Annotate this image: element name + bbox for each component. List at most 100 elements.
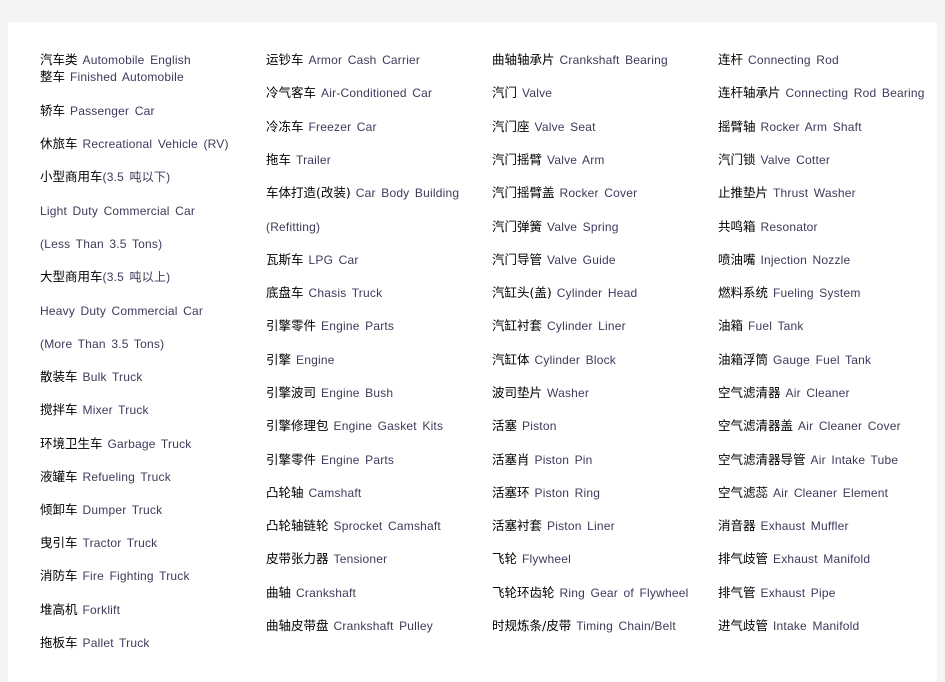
glossary-entry: 排气歧管 Exhaust Manifold	[718, 551, 870, 567]
chinese-term: 小型商用车	[40, 169, 103, 184]
glossary-entry: 液罐车 Refueling Truck	[40, 469, 171, 485]
glossary-entry: 汽缸体 Cylinder Block	[492, 352, 616, 368]
chinese-term: 运钞车	[266, 52, 304, 67]
english-term: (Refitting)	[266, 220, 321, 234]
english-term: Bulk Truck	[82, 370, 143, 384]
english-term: Engine Gasket Kits	[333, 419, 444, 433]
glossary-entry: 空气滤清器导管 Air Intake Tube	[718, 452, 898, 468]
english-term: LPG Car	[308, 253, 359, 267]
chinese-term: 堆高机	[40, 602, 78, 617]
english-term: Valve Cotter	[760, 153, 831, 167]
glossary-entry: 连杆 Connecting Rod	[718, 52, 839, 68]
chinese-term: 止推垫片	[718, 185, 769, 200]
chinese-term: 底盘车	[266, 285, 304, 300]
glossary-entry: 消音器 Exhaust Muffler	[718, 518, 849, 534]
glossary-entry: 堆高机 Forklift	[40, 602, 120, 618]
glossary-entry: 拖板车 Pallet Truck	[40, 635, 150, 651]
glossary-entry: 轿车 Passenger Car	[40, 103, 155, 119]
glossary-entry: 油箱浮筒 Gauge Fuel Tank	[718, 352, 871, 368]
chinese-term: 摇臂轴	[718, 119, 756, 134]
english-term: Connecting Rod	[748, 53, 839, 67]
english-term: Passenger Car	[70, 104, 155, 118]
chinese-term: 大型商用车	[40, 269, 103, 284]
glossary-entry: 整车 Finished Automobile	[40, 69, 184, 85]
chinese-term: 倾卸车	[40, 502, 78, 517]
chinese-term: 环境卫生车	[40, 436, 103, 451]
glossary-entry: 时规炼条/皮带 Timing Chain/Belt	[492, 618, 676, 634]
glossary-entry: 摇臂轴 Rocker Arm Shaft	[718, 119, 862, 135]
glossary-entry: 活塞衬套 Piston Liner	[492, 518, 615, 534]
chinese-term: 消音器	[718, 518, 756, 533]
glossary-entry: 汽缸头(盖) Cylinder Head	[492, 285, 637, 301]
english-term: Valve Arm	[547, 153, 605, 167]
chinese-term: 活塞肖	[492, 452, 530, 467]
english-term: Camshaft	[308, 486, 362, 500]
english-term: Sprocket Camshaft	[333, 519, 441, 533]
english-term: Pallet Truck	[82, 636, 150, 650]
english-term: (3.5 吨以上)	[102, 270, 171, 284]
english-term: Fire Fighting Truck	[82, 569, 190, 583]
glossary-entry: 止推垫片 Thrust Washer	[718, 185, 856, 201]
english-term: Chasis Truck	[308, 286, 383, 300]
chinese-term: 油箱	[718, 318, 744, 333]
chinese-term: 时规炼条/皮带	[492, 618, 572, 633]
glossary-entry: (More Than 3.5 Tons)	[40, 336, 164, 352]
english-term: Forklift	[82, 603, 121, 617]
chinese-term: 车体打造(改装)	[266, 185, 351, 200]
chinese-term: 活塞	[492, 418, 518, 433]
glossary-entry: 活塞 Piston	[492, 418, 557, 434]
english-term: Flywheel	[522, 552, 571, 566]
glossary-entry: 小型商用车(3.5 吨以下)	[40, 169, 170, 185]
english-term: Valve Seat	[534, 120, 596, 134]
english-term: Rocker Cover	[559, 186, 638, 200]
english-term: Rocker Arm Shaft	[760, 120, 862, 134]
chinese-term: 皮带张力器	[266, 551, 329, 566]
english-term: Cylinder Block	[534, 353, 617, 367]
glossary-entry: 皮带张力器 Tensioner	[266, 551, 387, 567]
english-term: Intake Manifold	[773, 619, 860, 633]
chinese-term: 共鸣箱	[718, 219, 756, 234]
english-term: Cylinder Head	[556, 286, 638, 300]
english-term: Tractor Truck	[82, 536, 158, 550]
chinese-term: 汽车类	[40, 52, 78, 67]
english-term: Ring Gear of Flywheel	[559, 586, 689, 600]
glossary-entry: 搅拌车 Mixer Truck	[40, 402, 149, 418]
chinese-term: 轿车	[40, 103, 66, 118]
glossary-entry: 运钞车 Armor Cash Carrier	[266, 52, 420, 68]
english-term: Tensioner	[333, 552, 388, 566]
english-term: Trailer	[296, 153, 331, 167]
glossary-entry: 空气滤蕊 Air Cleaner Element	[718, 485, 888, 501]
glossary-entry: 冷气客车 Air-Conditioned Car	[266, 85, 432, 101]
english-term: Finished Automobile	[70, 70, 184, 84]
english-term: Resonator	[760, 220, 818, 234]
english-term: Freezer Car	[308, 120, 377, 134]
english-term: Cylinder Liner	[547, 319, 626, 333]
chinese-term: 汽门摇臂盖	[492, 185, 555, 200]
glossary-entry: 汽缸衬套 Cylinder Liner	[492, 318, 626, 334]
glossary-entry: 汽门锁 Valve Cotter	[718, 152, 830, 168]
chinese-term: 空气滤清器导管	[718, 452, 806, 467]
chinese-term: 消防车	[40, 568, 78, 583]
document-page: 汽车类 Automobile English 整车 Finished Automobi…	[8, 22, 937, 682]
chinese-term: 拖板车	[40, 635, 78, 650]
chinese-term: 散装车	[40, 369, 78, 384]
chinese-term: 曲轴	[266, 585, 292, 600]
chinese-term: 活塞环	[492, 485, 530, 500]
chinese-term: 波司垫片	[492, 385, 543, 400]
chinese-term: 引擎零件	[266, 318, 317, 333]
glossary-entry: 曳引车 Tractor Truck	[40, 535, 157, 551]
glossary-entry: 汽门摇臂 Valve Arm	[492, 152, 605, 168]
glossary-entry: 连杆轴承片 Connecting Rod Bearing	[718, 85, 925, 101]
glossary-entry: 排气管 Exhaust Pipe	[718, 585, 836, 601]
glossary-entry: 凸轮轴链轮 Sprocket Camshaft	[266, 518, 441, 534]
chinese-term: 连杆	[718, 52, 744, 67]
glossary-entry: 波司垫片 Washer	[492, 385, 589, 401]
chinese-term: 排气歧管	[718, 551, 769, 566]
chinese-term: 引擎零件	[266, 452, 317, 467]
glossary-entry: 汽车类 Automobile English	[40, 52, 191, 68]
glossary-entry: 曲轴 Crankshaft	[266, 585, 356, 601]
glossary-entry: 进气歧管 Intake Manifold	[718, 618, 859, 634]
english-term: Piston Pin	[534, 453, 593, 467]
chinese-term: 汽门锁	[718, 152, 756, 167]
english-term: Heavy Duty Commercial Car	[40, 304, 204, 318]
